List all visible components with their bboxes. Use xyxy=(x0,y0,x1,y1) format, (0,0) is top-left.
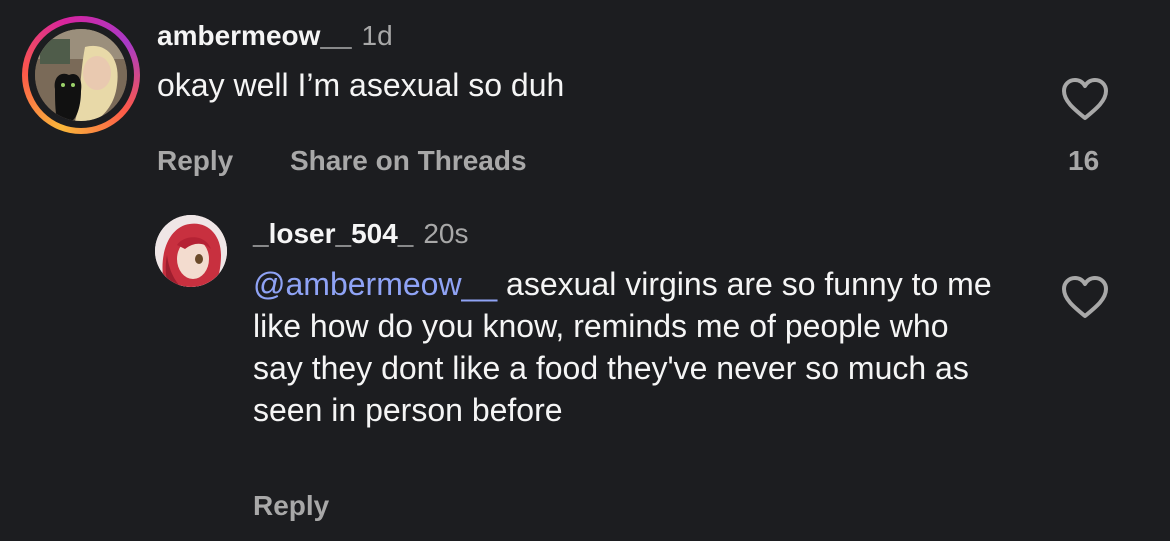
username-text[interactable]: ambermeow__ xyxy=(157,20,352,51)
comment-text: okay well I’m asexual so duh xyxy=(157,67,565,103)
heart-outline-icon[interactable] xyxy=(1060,76,1110,122)
mention-link[interactable]: @ambermeow__ xyxy=(253,266,497,302)
like-count: 16 xyxy=(1068,145,1100,176)
comment-timestamp: 20s xyxy=(423,218,469,249)
comment-text: @ambermeow__ asexual virgins are so funn… xyxy=(253,263,993,431)
avatar[interactable] xyxy=(155,215,227,287)
avatar[interactable] xyxy=(35,29,127,121)
username-text[interactable]: _loser_504_ xyxy=(253,218,413,249)
share-on-threads-button[interactable]: Share on Threads xyxy=(290,145,527,177)
comment-timestamp: 1d xyxy=(361,20,393,51)
avatar-story-ring[interactable] xyxy=(22,16,140,134)
reply-button[interactable]: Reply xyxy=(157,145,233,177)
comment-username[interactable]: ambermeow__ 1d xyxy=(157,20,393,52)
heart-outline-icon[interactable] xyxy=(1060,274,1110,320)
reply-button[interactable]: Reply xyxy=(253,490,329,522)
comment-username[interactable]: _loser_504_ 20s xyxy=(253,218,469,250)
